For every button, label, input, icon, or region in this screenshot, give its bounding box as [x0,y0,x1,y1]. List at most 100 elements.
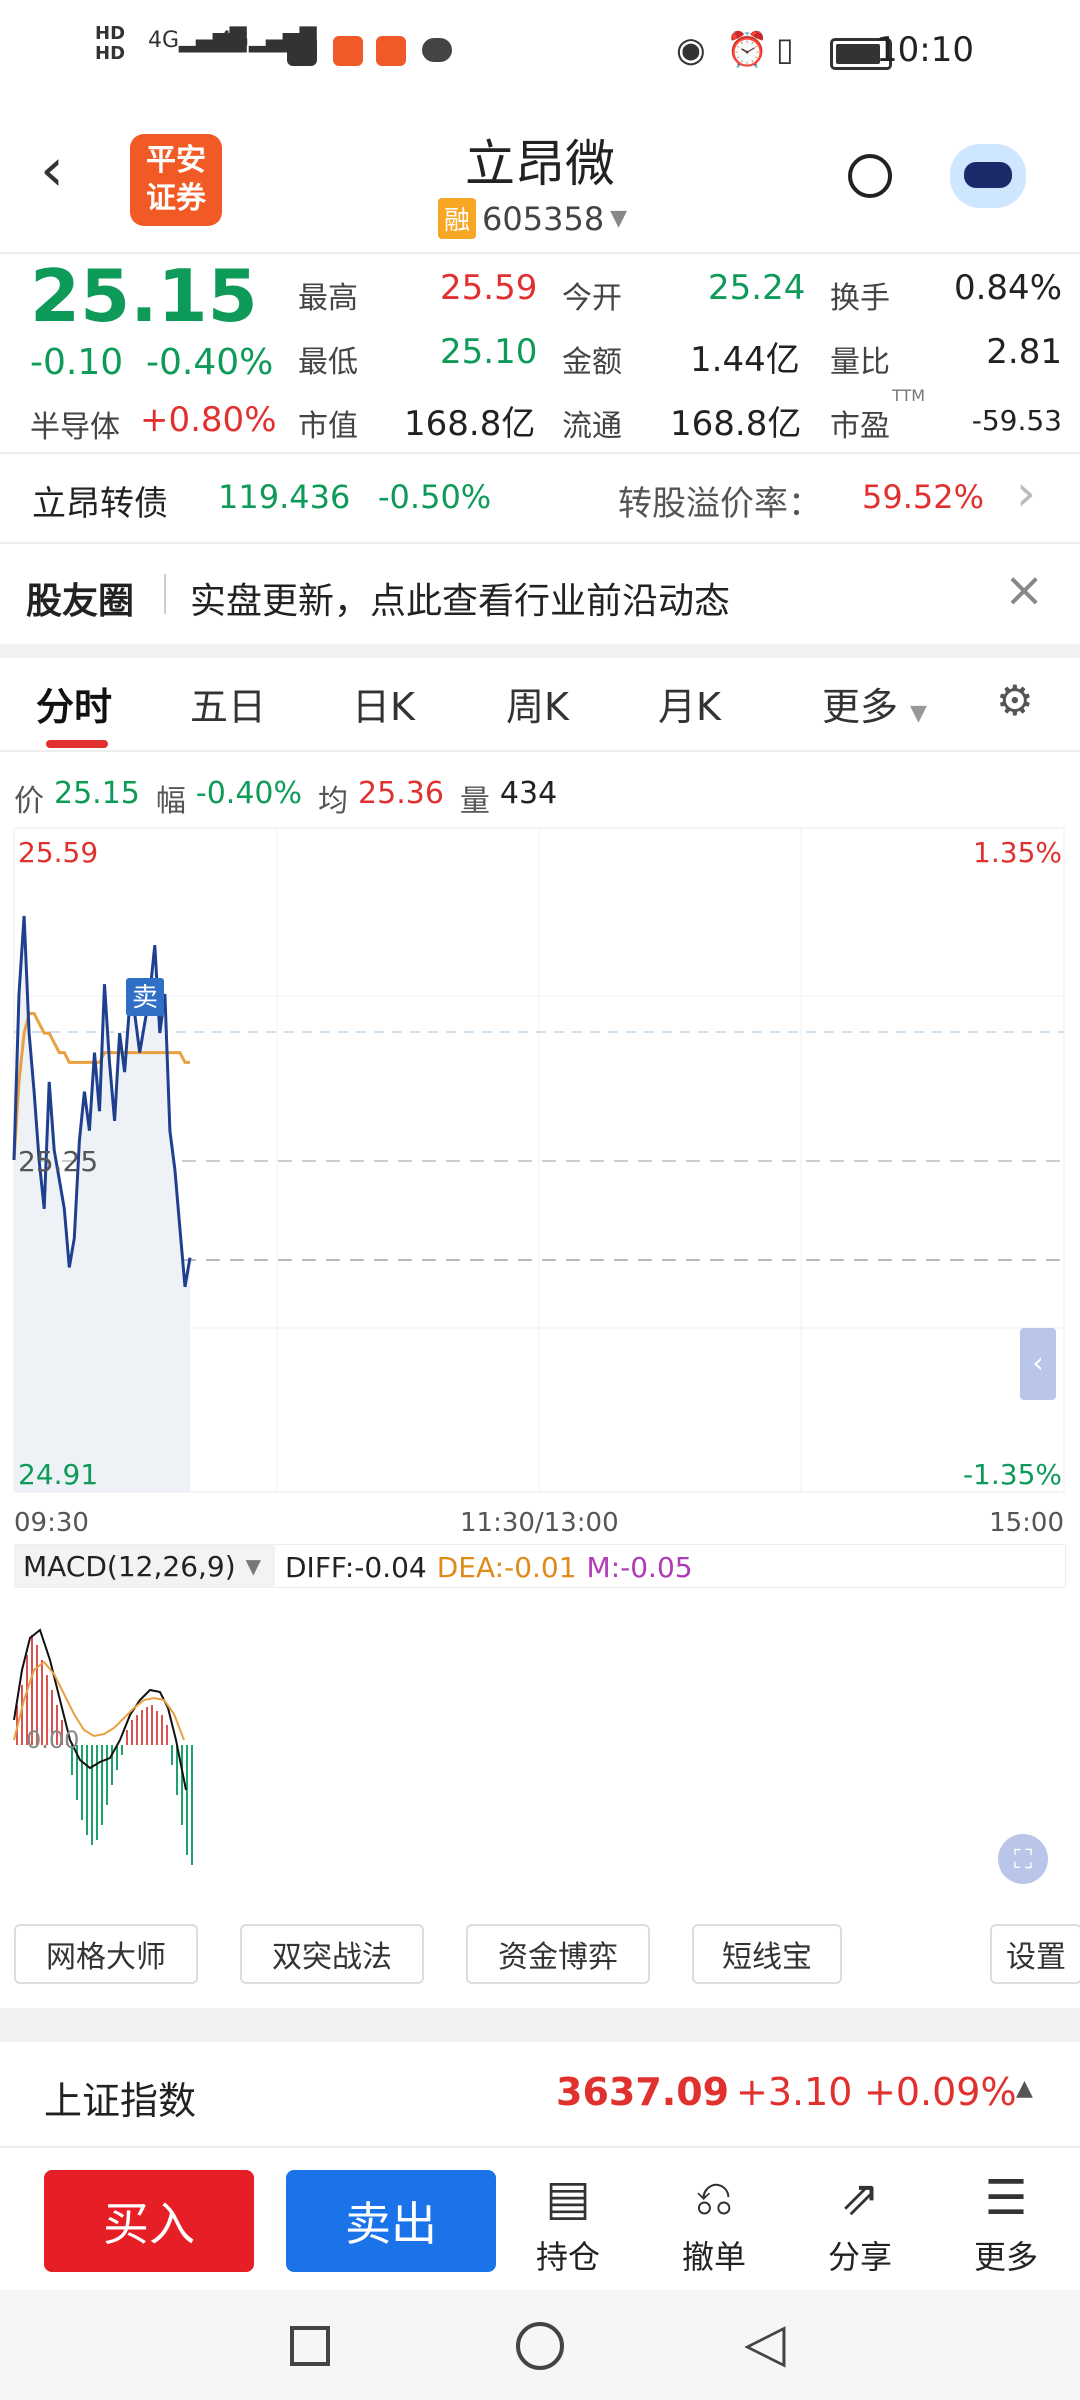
divider [164,574,166,614]
macd-bar [126,1730,128,1745]
hd-icon: HD HD [95,23,126,64]
section-gap [0,644,1080,658]
macd-bar [166,1725,168,1745]
robot-assistant-icon[interactable] [950,144,1026,208]
tab-day-k[interactable]: 日K [352,676,415,731]
macd-bar [21,1685,23,1745]
convertible-bond-row[interactable]: 立昂转债 119.436 -0.50% 转股溢价率： 59.52% › [0,454,1080,542]
message-icon [422,38,452,62]
tab-five-day[interactable]: 五日 [190,676,266,731]
alarm-icon: ⏰ [726,30,769,70]
more-button[interactable]: ☰ 更多 [946,2170,1066,2278]
vibrate-icon: ▯ [776,30,794,68]
volratio-label: 量比 [830,345,890,380]
macd-bar [111,1745,113,1785]
price-label: 价 [14,784,44,819]
open-label: 今开 [562,281,622,316]
tab-more[interactable]: 更多 ▼ [822,676,927,731]
vol-label: 量 [459,784,490,819]
macd-dea: DEA:-0.01 [436,1551,577,1584]
turnover-label: 换手 [830,281,890,316]
macd-selector[interactable]: MACD(12,26,9) ▼ [15,1545,275,1587]
macd-bar [106,1745,108,1805]
bond-price: 119.436 [218,478,351,516]
macd-bar [96,1745,98,1840]
home-icon[interactable] [516,2322,564,2370]
macd-bar [116,1745,118,1770]
holdings-label: 持仓 [535,2238,600,2276]
high-value: 25.59 [440,268,538,308]
tool-grid-master[interactable]: 网格大师 [14,1924,198,1984]
macd-bar [146,1707,148,1745]
chevron-left-icon: ‹ [1032,1346,1043,1379]
vol-value: 434 [499,776,558,811]
index-change: +3.10 [736,2070,853,2114]
macd-values: DIFF:-0.04 DEA:-0.01 M:-0.05 [285,1551,693,1584]
holdings-button[interactable]: ▤ 持仓 [508,2170,628,2278]
community-title: 股友圈 [26,581,135,622]
time-start-label: 09:30 [14,1508,89,1538]
bond-pct: -0.50% [378,478,492,516]
macd-bar [121,1745,123,1755]
share-button[interactable]: ⇗ 分享 [800,2170,920,2278]
macd-bar [131,1720,133,1745]
macd-bar [136,1715,138,1745]
back-nav-icon[interactable]: ◁ [744,2316,786,2370]
tool-double-breakout[interactable]: 双突战法 [240,1924,424,1984]
tab-intraday[interactable]: 分时 [36,676,112,731]
pe-value: -59.53 [971,404,1062,437]
macd-bar [161,1715,163,1745]
sell-marker-label: 卖 [132,983,158,1013]
tool-short-term[interactable]: 短线宝 [692,1924,842,1984]
status-bar: HD HD 4G▂▄▆█ 4G▂▄▆█ ◉ ⏰ ▯ 10:10 [0,0,1080,110]
cancel-order-button[interactable]: ⎌ 撤单 [654,2170,774,2278]
macd-zero-label: 0.00 [26,1726,79,1754]
macd-bar [101,1745,103,1825]
tool-settings[interactable]: 设置 [990,1924,1080,1984]
buy-button[interactable]: 买入 [44,2170,254,2272]
search-icon[interactable] [848,154,892,198]
margin-tag: 融 [438,198,477,239]
macd-bar [186,1745,188,1855]
chevron-down-icon: ▼ [245,1554,262,1578]
settings-gear-icon[interactable]: ⚙ [996,676,1034,725]
avg-value: 25.36 [358,776,444,811]
sector-pct: +0.80% [140,400,277,440]
macd-bar [156,1711,158,1745]
sector-name[interactable]: 半导体 [30,402,120,446]
chevron-up-icon: ▲ [1016,2076,1033,2101]
bond-name: 立昂转债 [32,484,168,524]
bottom-pct-label: -1.35% [963,1458,1062,1491]
premium-label: 转股溢价率： [618,484,822,524]
community-banner[interactable]: 股友圈 实盘更新，点此查看行业前沿动态 × [0,544,1080,644]
price-change-pct: -0.40% [146,342,274,383]
sell-button[interactable]: 卖出 [286,2170,496,2272]
app-notification-icon [333,36,363,66]
intraday-chart[interactable]: 卖 25.59 24.91 1.35% -1.35% 25.25 ‹ [0,820,1080,1520]
close-icon[interactable]: × [1004,562,1044,618]
macd-bar [191,1745,193,1865]
time-mid-label: 11:30/13:00 [460,1508,619,1538]
price-change: -0.10 [30,342,124,383]
tab-month-k[interactable]: 月K [658,676,721,731]
macd-bar [171,1745,173,1765]
amp-value: -0.40% [195,776,303,811]
index-bar[interactable]: 上证指数 3637.09 +3.10 +0.09% ▲ [0,2042,1080,2146]
app-notification-icon [376,36,406,66]
document-list-icon: ▤ [545,2170,591,2226]
tab-active-indicator [46,740,108,748]
macd-bar [151,1705,153,1745]
premium-value: 59.52% [862,478,985,516]
recent-apps-icon[interactable] [290,2326,330,2366]
divider [0,2146,1080,2148]
share-icon: ⇗ [839,2170,881,2226]
tool-fund-game[interactable]: 资金博弈 [466,1924,650,1984]
index-value: 3637.09 [556,2070,730,2114]
avg-label: 均 [318,784,349,819]
stock-code-selector[interactable]: 融 605358 ▼ [438,198,627,239]
macd-m: M:-0.05 [586,1551,693,1584]
macd-diff-line [13,1628,187,1791]
tab-week-k[interactable]: 周K [506,676,569,731]
macd-bar [86,1745,88,1835]
float-value: 168.8亿 [670,404,802,444]
